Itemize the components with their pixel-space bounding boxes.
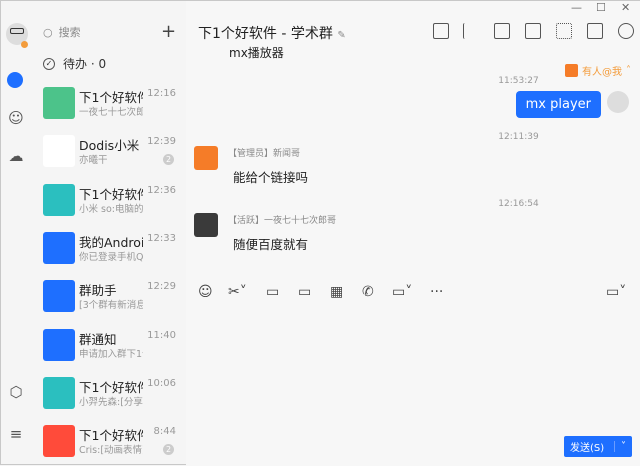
folder-icon[interactable]: ▭ (298, 284, 311, 300)
folder-icon[interactable] (433, 23, 449, 39)
avatar[interactable] (194, 213, 218, 237)
conversation-item[interactable]: Dodis小米 亦曦干 12:39 2 (31, 127, 186, 175)
time: 8:44 (153, 426, 176, 438)
avatar (43, 87, 75, 119)
gift-icon[interactable]: ▦ (330, 284, 343, 300)
avatar (43, 231, 75, 264)
search-icon: ○ (43, 25, 53, 39)
avatar[interactable] (194, 146, 218, 170)
time: 12:16 (147, 88, 176, 99)
check-circle-icon: ✓ (43, 57, 55, 70)
scissors-icon[interactable]: ✂˅ (228, 284, 247, 300)
conversation-item[interactable]: 下1个好软件 小米 so:电脑的 12:36 (31, 176, 186, 224)
timestamp: 12:11:39 (498, 132, 539, 142)
unread-badge: 2 (163, 444, 174, 456)
image-icon[interactable] (525, 23, 541, 39)
message-preview: 小米 so:电脑的 (79, 203, 143, 215)
avatar (43, 328, 75, 361)
message-preview: [3个群有新消息] (79, 300, 143, 312)
time: 10:06 (147, 377, 176, 389)
avatar (43, 135, 75, 168)
todo-item[interactable]: ✓ 待办 · 0 (43, 55, 106, 72)
chevron-down-icon[interactable]: ˅ (614, 441, 632, 452)
cloud-icon[interactable]: ☁ (7, 147, 25, 165)
message-text: 随便百度就有 (233, 237, 309, 252)
image-icon[interactable]: ▭ (266, 284, 279, 300)
message-input[interactable] (194, 306, 634, 431)
message-preview: 小羿先森:[分享] (79, 396, 143, 408)
conversation-item[interactable]: 群通知 申请加入群下1个好 11:40 (31, 321, 186, 369)
edit-icon[interactable]: ✎ (337, 30, 345, 41)
message-preview: 你已登录手机Q (79, 251, 143, 263)
phone-icon[interactable]: ✆ (362, 284, 374, 300)
chat-title: 下1个好软件 - 学术群 ✎ (198, 26, 346, 42)
time: 12:29 (147, 281, 176, 293)
conversation-item[interactable]: 群助手 [3个群有新消息] 12:29 (31, 272, 186, 320)
maximize-button[interactable]: ☐ (596, 1, 606, 14)
add-screen-icon[interactable] (587, 23, 603, 39)
conversation-item[interactable]: 下1个好软件 Cris:[动画表情] 8:44 2 (31, 417, 186, 465)
cube-icon[interactable]: ⬡ (7, 383, 25, 401)
emoji-icon[interactable]: ☺ (198, 284, 213, 300)
add-button[interactable]: + (161, 21, 176, 42)
avatar (43, 280, 75, 313)
send-button[interactable]: 发送(S) ˅ (564, 436, 632, 457)
window: ☺ ☁ ⬡ ≡ ○ 搜索 + ✓ 待办 · 0 下1个好软件 一夜七十七次郎 12:… (0, 0, 640, 466)
message-preview: 一夜七十七次郎 (79, 107, 143, 118)
avatar (43, 376, 75, 409)
chevron-up-icon: ˄ (626, 65, 631, 76)
time: 12:36 (147, 184, 176, 196)
search-input[interactable]: ○ 搜索 (43, 23, 153, 41)
sender-name: 【活跃】一夜七十七次郎哥 (228, 216, 337, 226)
nav-rail: ☺ ☁ ⬡ ≡ (1, 1, 31, 466)
sender-name: 【管理员】新闻哥 (228, 149, 301, 159)
timestamp: 11:53:27 (498, 76, 539, 86)
conversation-item[interactable]: 我的Android 你已登录手机Q 12:33 (31, 224, 186, 272)
apps-icon[interactable] (556, 23, 572, 39)
message-preview: 亦曦干 (79, 155, 108, 167)
more-icon[interactable]: ··· (430, 284, 443, 300)
book-icon[interactable] (494, 23, 510, 39)
message-preview: Cris:[动画表情] (79, 445, 143, 457)
avatar[interactable] (607, 91, 629, 113)
settings-icon[interactable] (618, 23, 634, 39)
avatar (43, 183, 75, 216)
status-icon (21, 41, 28, 48)
contacts-icon[interactable]: ☺ (7, 109, 25, 127)
message-preview: 申请加入群下1个好 (79, 348, 143, 360)
message-bubble[interactable]: mx player (515, 91, 601, 118)
time: 12:33 (147, 232, 176, 244)
messages-icon[interactable] (7, 72, 23, 88)
menu-icon[interactable]: ≡ (7, 425, 25, 443)
message-text: 能给个链接吗 (233, 170, 309, 185)
video-icon[interactable]: ▭˅ (392, 284, 412, 300)
timestamp: 12:16:54 (498, 199, 539, 209)
close-button[interactable]: ✕ (621, 1, 630, 14)
chat-panel: — ☐ ✕ 下1个好软件 - 学术群 ✎ mx播放器 有人@我 ˄ 11:53:2… (186, 1, 640, 466)
conversation-item[interactable]: 下1个好软件 小羿先森:[分享] 10:06 (31, 369, 186, 417)
unread-badge: 2 (163, 154, 174, 166)
flag-icon[interactable] (463, 23, 479, 39)
minimize-button[interactable]: — (571, 1, 582, 14)
time: 12:39 (147, 136, 176, 148)
avatar (43, 425, 75, 458)
time: 11:40 (147, 329, 176, 341)
quoted-message: mx播放器 (229, 46, 284, 60)
conversation-item[interactable]: 下1个好软件 一夜七十七次郎 12:16 (31, 79, 186, 127)
conversation-list: ○ 搜索 + ✓ 待办 · 0 下1个好软件 一夜七十七次郎 12:16 Dodis… (31, 1, 186, 466)
history-icon[interactable]: ▭˅ (606, 284, 626, 300)
